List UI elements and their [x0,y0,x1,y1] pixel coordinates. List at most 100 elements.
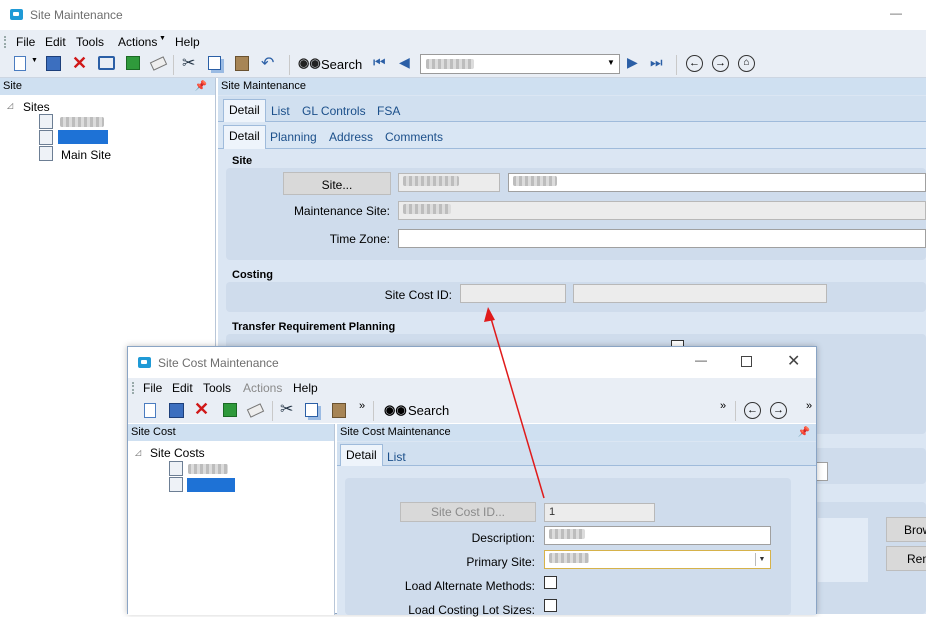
save-icon[interactable] [169,403,184,418]
site-lookup-button[interactable]: Site... [283,172,391,195]
site-section-title: Site [232,155,253,167]
browse-button[interactable]: Brow [886,517,926,542]
collapse-icon[interactable]: ◿ [135,448,141,457]
collapse-icon[interactable]: ◿ [7,101,13,110]
chevron-down-icon: ▼ [607,58,615,67]
chevron-down-icon: ▼ [159,35,166,42]
dialog-search-button[interactable]: Search [408,403,449,418]
first-record-icon[interactable]: ⏮ [373,54,386,71]
next-record-icon[interactable]: ▶ [627,54,638,71]
paste-icon[interactable] [235,56,249,71]
eraser-icon[interactable] [149,56,168,71]
dialog-menu-edit[interactable]: Edit [172,381,193,395]
time-zone-label: Time Zone: [329,232,390,246]
new-icon[interactable] [14,56,26,71]
dialog-menu-help[interactable]: Help [293,381,318,395]
dialog-tree-root[interactable]: Site Costs [150,446,205,460]
maintenance-site-field[interactable] [398,201,926,220]
search-button[interactable]: Search [321,57,362,72]
subtab-address[interactable]: Address [329,130,373,144]
minimize-icon[interactable]: — [890,6,902,20]
tree-item-selected[interactable] [58,130,108,144]
dialog-tree-item-blurred[interactable] [188,464,228,474]
right-panel-header: Site Maintenance [218,78,926,95]
record-select[interactable]: ▼ [420,54,620,74]
main-toolbar: ▼ ✕ ✂ ↶ ◉◉ Search ⏮ ◀ ▼ ▶ ⏭ ← → ⌂ [0,52,926,78]
pin-icon[interactable]: 📌 [195,78,207,95]
tree-root-sites[interactable]: Sites [23,100,50,114]
site-description-field[interactable] [508,173,926,192]
overflow-icon[interactable]: » [359,400,365,412]
dialog-menu-file[interactable]: File [143,381,162,395]
binoculars-icon[interactable]: ◉◉ [298,55,321,71]
back-icon[interactable]: ← [744,402,761,419]
delete-icon[interactable]: ✕ [72,53,87,74]
refresh-icon[interactable] [126,56,140,70]
dialog-menu-tools[interactable]: Tools [203,381,231,395]
maximize-icon[interactable] [741,356,752,367]
subtab-strip [218,123,926,149]
load-costing-lot-checkbox[interactable] [544,599,557,612]
tree-item-blurred-1[interactable] [60,117,104,127]
delete-icon[interactable]: ✕ [194,399,209,420]
dialog-site-cost-id-field[interactable]: 1 [544,503,655,522]
binoculars-icon[interactable]: ◉◉ [384,402,407,418]
overflow-icon[interactable]: » [806,400,812,412]
paste-icon[interactable] [332,403,346,418]
doc-icon [39,146,53,161]
dialog-form-box [345,478,791,615]
minimize-icon[interactable]: — [695,353,707,367]
chevron-down-icon[interactable]: ▼ [31,57,38,64]
subtab-planning[interactable]: Planning [270,130,317,144]
subtab-detail[interactable]: Detail [223,125,266,149]
primary-site-select[interactable]: ▼ [544,550,771,569]
menu-tools[interactable]: Tools [76,35,104,49]
tab-list[interactable]: List [271,104,290,118]
overflow-icon[interactable]: » [720,400,726,412]
site-cost-id-field[interactable] [460,284,566,303]
dialog-tree-item-selected[interactable] [187,478,235,492]
load-alt-methods-label: Load Alternate Methods: [404,579,535,593]
remove-button[interactable]: Rem [886,546,926,571]
site-cost-id-label: Site Cost ID: [384,288,452,302]
dialog-left-panel: Site Cost ◿ Site Costs [128,424,335,615]
tab-fsa[interactable]: FSA [377,104,400,118]
copy-icon[interactable] [208,56,221,70]
doc-icon [169,477,183,492]
site-cost-description-field[interactable] [573,284,827,303]
back-icon[interactable]: ← [686,55,703,72]
tree-item-main-site[interactable]: Main Site [61,148,111,162]
dialog-tab-list[interactable]: List [387,450,406,464]
copy-icon[interactable] [305,403,318,417]
cut-icon[interactable]: ✂ [280,399,293,419]
new-icon[interactable] [144,403,156,418]
save-icon[interactable] [46,56,61,71]
book-icon[interactable] [98,56,115,70]
forward-icon[interactable]: → [770,402,787,419]
tab-gl-controls[interactable]: GL Controls [302,104,366,118]
prev-record-icon[interactable]: ◀ [399,54,410,71]
home-icon[interactable]: ⌂ [738,55,755,72]
pin-icon[interactable]: 📌 [798,424,810,441]
time-zone-field[interactable] [398,229,926,248]
menu-edit[interactable]: Edit [45,35,66,49]
last-record-icon[interactable]: ⏭ [650,54,663,71]
close-icon[interactable]: ✕ [787,351,800,371]
description-field[interactable] [544,526,771,545]
tab-detail[interactable]: Detail [223,99,266,122]
cut-icon[interactable]: ✂ [182,53,195,73]
menu-actions[interactable]: Actions [118,35,157,49]
dialog-title-bar: Site Cost Maintenance — ✕ [128,347,816,378]
subtab-comments[interactable]: Comments [385,130,443,144]
refresh-icon[interactable] [223,403,237,417]
undo-icon[interactable]: ↶ [261,53,274,73]
dialog-tab-detail[interactable]: Detail [340,444,383,466]
dialog-menu-actions: Actions [243,381,283,395]
menu-help[interactable]: Help [175,35,200,49]
main-menubar: File Edit Tools Actions ▼ Help [0,30,926,52]
load-alt-methods-checkbox[interactable] [544,576,557,589]
forward-icon[interactable]: → [712,55,729,72]
eraser-icon[interactable] [246,403,265,418]
site-id-field[interactable] [398,173,500,192]
menu-file[interactable]: File [16,35,35,49]
